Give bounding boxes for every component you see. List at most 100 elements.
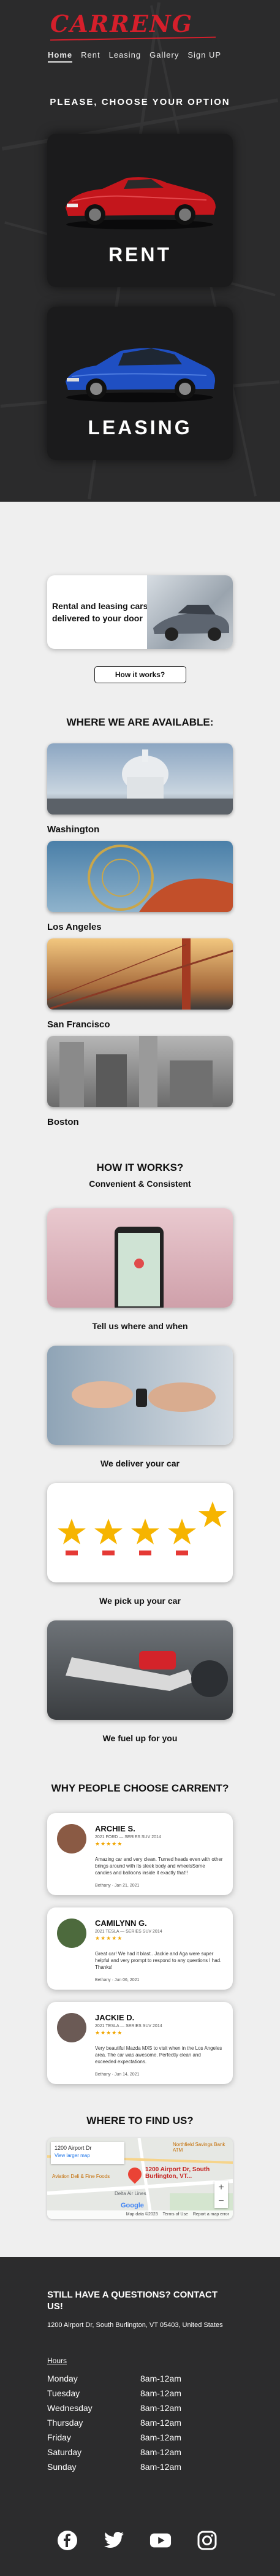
rent-label: RENT [108, 243, 172, 266]
intro-section: Rental and leasing cars delivered to you… [0, 502, 280, 2576]
nav-leasing[interactable]: Leasing [109, 50, 142, 63]
how-subtitle: Convenient & Consistent [89, 1179, 191, 1189]
report-error-link[interactable]: Report a map error [193, 2212, 229, 2217]
poi-label: Aviation Deli & Fine Foods [52, 2174, 110, 2179]
rating-stars-icon: ★★★★★ [95, 1935, 123, 1941]
leasing-option-card[interactable]: LEASING [47, 307, 233, 460]
fuel-pump-image [47, 1620, 233, 1720]
review-card: ARCHIE S. 2021 FORD — SERIES SUV 2014 ★★… [47, 1813, 233, 1895]
step-card: We fuel up for you [47, 1620, 233, 1758]
step-caption: We deliver your car [100, 1459, 180, 1468]
washington-image [47, 743, 233, 815]
day-hours: 8am-12am [140, 2403, 181, 2413]
avatar [57, 1919, 86, 1948]
day-label: Sunday [47, 2462, 77, 2472]
review-footer: Bethany · Jan 21, 2021 [95, 1884, 140, 1888]
reviewer-name: ARCHIE S. [95, 1824, 135, 1833]
rent-option-card[interactable]: RENT [47, 134, 233, 287]
map-footer: Map data ©2023 Terms of Use Report a map… [47, 2210, 233, 2219]
delivery-car-image [147, 575, 233, 649]
avatar [57, 1824, 86, 1853]
hero-section: CARRENG Home Rent Leasing Gallery Sign U… [0, 0, 280, 502]
rating-stars-icon: ★★★★★ [95, 1841, 123, 1847]
instagram-icon[interactable] [196, 2529, 218, 2551]
hours-label: Hours [47, 2356, 67, 2365]
map-data-text: Map data ©2023 [126, 2212, 158, 2217]
poi-label: Northfield Savings Bank ATM [173, 2142, 225, 2153]
city-card-washington[interactable]: Washington [47, 743, 233, 841]
city-name: Los Angeles [47, 922, 102, 932]
step-card: We pick up your car [47, 1483, 233, 1620]
reviews-title: WHY PEOPLE CHOOSE CARRENT? [51, 1782, 229, 1794]
red-car-image [66, 177, 216, 229]
how-title: HOW IT WORKS? [96, 1162, 184, 1173]
terms-link[interactable]: Terms of Use [163, 2212, 188, 2217]
san-francisco-image [47, 938, 233, 1010]
phone-map-image [47, 1208, 233, 1308]
main-nav: Home Rent Leasing Gallery Sign UP [48, 50, 221, 63]
google-map[interactable]: 1200 Airport Dr View larger map Northfie… [47, 2138, 233, 2219]
view-larger-map-link[interactable]: View larger map [55, 2153, 121, 2158]
day-hours: 8am-12am [140, 2388, 181, 2398]
day-hours: 8am-12am [140, 2462, 181, 2472]
reviewer-meta: 2021 TESLA — SERIES SUV 2014 [95, 1930, 162, 1934]
twitter-icon[interactable] [103, 2529, 125, 2551]
find-title: WHERE TO FIND US? [86, 2115, 194, 2126]
intro-text: Rental and leasing cars delivered to you… [52, 601, 148, 623]
city-name: Washington [47, 824, 100, 835]
day-label: Thursday [47, 2418, 83, 2428]
review-card: JACKIE D. 2021 TESLA — SERIES SUV 2014 ★… [47, 2002, 233, 2084]
footer-title: STILL HAVE A QUESTIONS? CONTACT US! [47, 2290, 218, 2312]
city-card-los-angeles[interactable]: Los Angeles [47, 841, 233, 938]
step-caption: We pick up your car [99, 1596, 181, 1606]
facebook-icon[interactable] [56, 2529, 78, 2551]
google-logo: Google [121, 2202, 144, 2209]
los-angeles-image [47, 841, 233, 912]
city-name: Boston [47, 1117, 79, 1127]
day-label: Saturday [47, 2447, 82, 2457]
day-label: Tuesday [47, 2388, 80, 2398]
key-handover-image [47, 1346, 233, 1445]
map-info-box: 1200 Airport Dr View larger map [51, 2142, 124, 2164]
brand-logo[interactable]: CARRENG [50, 12, 193, 36]
locations-title: WHERE WE ARE AVAILABLE: [66, 716, 214, 728]
day-hours: 8am-12am [140, 2374, 181, 2383]
day-hours: 8am-12am [140, 2447, 181, 2457]
avatar [57, 2013, 86, 2042]
reviewer-name: CAMILYNN G. [95, 1919, 147, 1928]
review-text: Great car! We had it blast.. Jackie and … [95, 1951, 222, 1970]
footer-address: 1200 Airport Dr, South Burlington, VT 05… [47, 2321, 223, 2329]
step-caption: Tell us where and when [92, 1321, 188, 1331]
zoom-control[interactable]: + − [214, 2181, 228, 2208]
step-caption: We fuel up for you [102, 1733, 178, 1743]
blue-car-image [66, 348, 216, 402]
stars-rating-image [47, 1483, 233, 1582]
hero-title: PLEASE, CHOOSE YOUR OPTION [50, 97, 230, 107]
intro-card: Rental and leasing cars delivered to you… [47, 575, 233, 649]
nav-rent[interactable]: Rent [81, 50, 100, 63]
reviewer-name: JACKIE D. [95, 2013, 135, 2022]
leasing-label: LEASING [88, 416, 192, 439]
city-card-san-francisco[interactable]: San Francisco [47, 938, 233, 1036]
hours-table: Monday 8am-12am Tuesday 8am-12am Wednesday… [47, 2371, 181, 2474]
reviewer-meta: 2021 FORD — SERIES SUV 2014 [95, 1835, 161, 1839]
reviewer-meta: 2021 TESLA — SERIES SUV 2014 [95, 2024, 162, 2028]
review-footer: Bethany · Jun 06, 2021 [95, 1978, 140, 1982]
how-it-works-button[interactable]: How it works? [94, 666, 186, 683]
nav-sign-up[interactable]: Sign UP [187, 50, 221, 63]
boston-image [47, 1036, 233, 1107]
poi-label: Delta Air Lines [115, 2191, 146, 2196]
nav-home[interactable]: Home [48, 50, 73, 63]
day-hours: 8am-12am [140, 2432, 181, 2442]
social-links [56, 2529, 218, 2551]
pin-label: 1200 Airport Dr, South Burlington, VT... [145, 2166, 210, 2180]
review-card: CAMILYNN G. 2021 TESLA — SERIES SUV 2014… [47, 1907, 233, 1990]
youtube-icon[interactable] [149, 2529, 172, 2551]
review-text: Very beautiful Mazda MX5 to visit when i… [95, 2045, 222, 2064]
step-card: We deliver your car [47, 1346, 233, 1483]
rating-stars-icon: ★★★★★ [95, 2030, 123, 2036]
nav-gallery[interactable]: Gallery [149, 50, 179, 63]
city-name: San Francisco [47, 1019, 110, 1030]
city-card-boston[interactable]: Boston [47, 1036, 233, 1133]
day-hours: 8am-12am [140, 2418, 181, 2428]
